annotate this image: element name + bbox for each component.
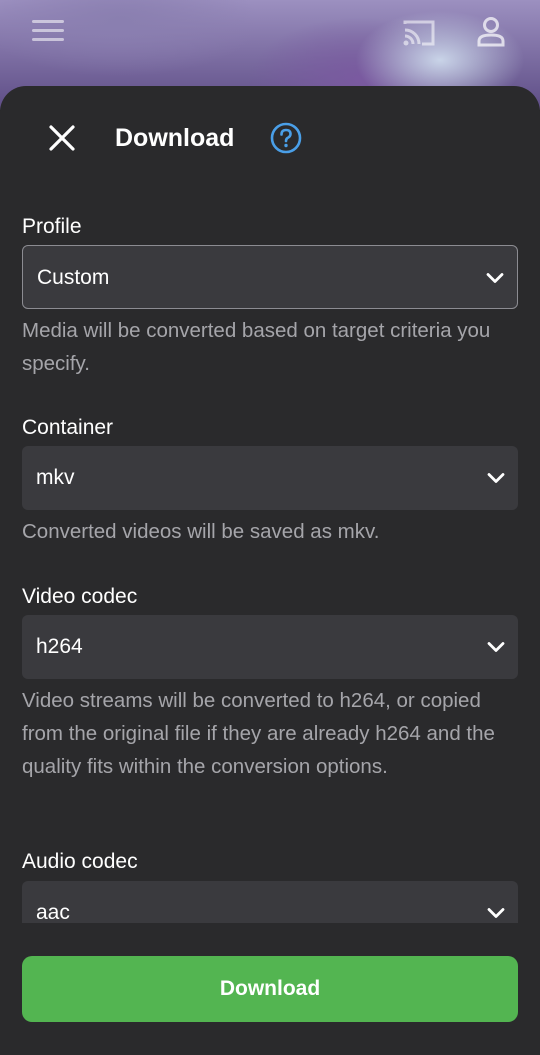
profile-label: Profile — [22, 215, 82, 238]
profile-select[interactable]: Custom — [22, 245, 518, 309]
video-codec-help-text: Video streams will be converted to h264,… — [22, 689, 495, 778]
chevron-down-icon — [487, 908, 505, 918]
sheet-header: Download — [0, 86, 540, 186]
video-codec-select[interactable]: h264 — [22, 615, 518, 679]
form-scroll-area[interactable]: Profile Custom Media will be converted b… — [0, 186, 540, 923]
container-help-text: Converted videos will be saved as mkv. — [22, 520, 380, 543]
close-icon — [49, 125, 75, 151]
account-icon[interactable] — [476, 16, 506, 48]
chevron-down-icon — [486, 273, 504, 283]
screen: Download Profile Custom Media will be co… — [0, 0, 540, 1055]
profile-value: Custom — [37, 266, 110, 289]
download-button[interactable]: Download — [22, 956, 518, 1022]
audio-codec-label: Audio codec — [22, 850, 138, 873]
container-value: mkv — [36, 466, 75, 489]
audio-codec-select[interactable]: aac — [22, 881, 518, 923]
profile-help-text: Media will be converted based on target … — [22, 319, 491, 375]
close-button[interactable] — [40, 116, 84, 160]
audio-codec-value: aac — [36, 901, 70, 923]
sheet-title: Download — [115, 124, 235, 152]
help-circle-icon[interactable] — [270, 122, 302, 154]
menu-icon[interactable] — [32, 20, 64, 42]
chevron-down-icon — [487, 642, 505, 652]
download-sheet: Download Profile Custom Media will be co… — [0, 86, 540, 1055]
chevron-down-icon — [487, 473, 505, 483]
container-label: Container — [22, 416, 114, 439]
cast-icon[interactable] — [402, 18, 436, 48]
container-select[interactable]: mkv — [22, 446, 518, 510]
bottom-action-bar: Download — [0, 923, 540, 1055]
video-codec-value: h264 — [36, 635, 83, 658]
video-codec-label: Video codec — [22, 585, 138, 608]
